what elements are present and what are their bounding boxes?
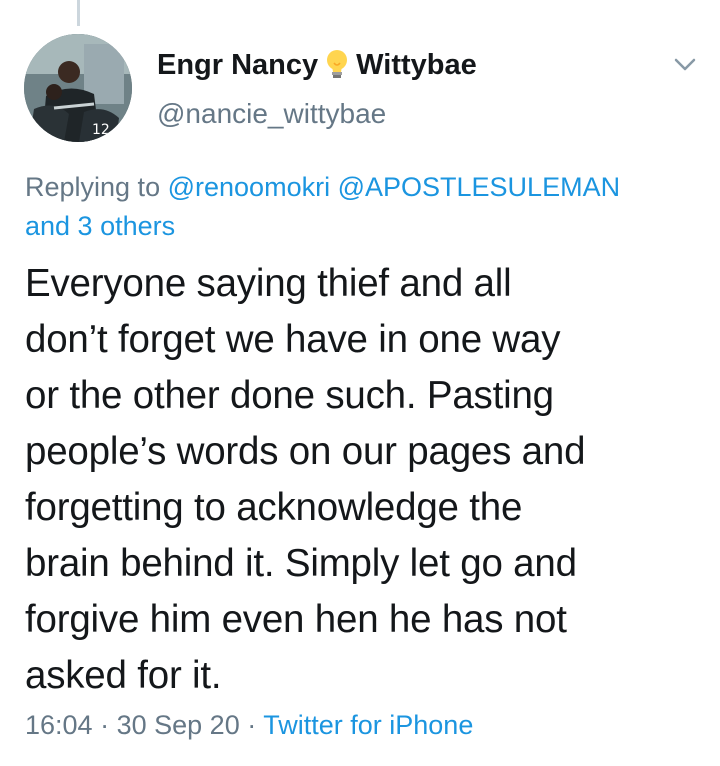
reply-prefix: Replying to [25, 172, 161, 202]
author-name-first: Engr Nancy [157, 48, 319, 81]
mention-link[interactable]: @APOSTLESULEMAN [338, 172, 621, 202]
tweet-body: Everyone saying thief and all don’t forg… [25, 262, 586, 697]
separator: · [100, 710, 110, 740]
author-handle[interactable]: @nancie_wittybae [157, 98, 386, 130]
svg-text:12: 12 [92, 122, 110, 138]
separator: · [247, 710, 257, 740]
thread-connector-line [77, 0, 80, 26]
tweet-source-link[interactable]: Twitter for iPhone [263, 710, 473, 740]
mention-link[interactable]: @renoomokri [168, 172, 330, 202]
reply-context: Replying to @renoomokri @APOSTLESULEMAN … [25, 168, 705, 246]
author-display-name[interactable]: Engr Nancy Wittybae [157, 48, 477, 82]
light-bulb-icon [324, 48, 350, 82]
avatar[interactable]: 12 [24, 34, 132, 142]
avatar-photo: 12 [24, 34, 132, 142]
tweet-date[interactable]: 30 Sep 20 [117, 710, 240, 740]
tweet-time[interactable]: 16:04 [25, 710, 93, 740]
author-name-second: Wittybae [356, 48, 477, 81]
chevron-down-icon[interactable] [670, 52, 700, 76]
others-link[interactable]: and 3 others [25, 211, 175, 241]
tweet-metadata: 16:04 · 30 Sep 20 · Twitter for iPhone [25, 710, 473, 741]
